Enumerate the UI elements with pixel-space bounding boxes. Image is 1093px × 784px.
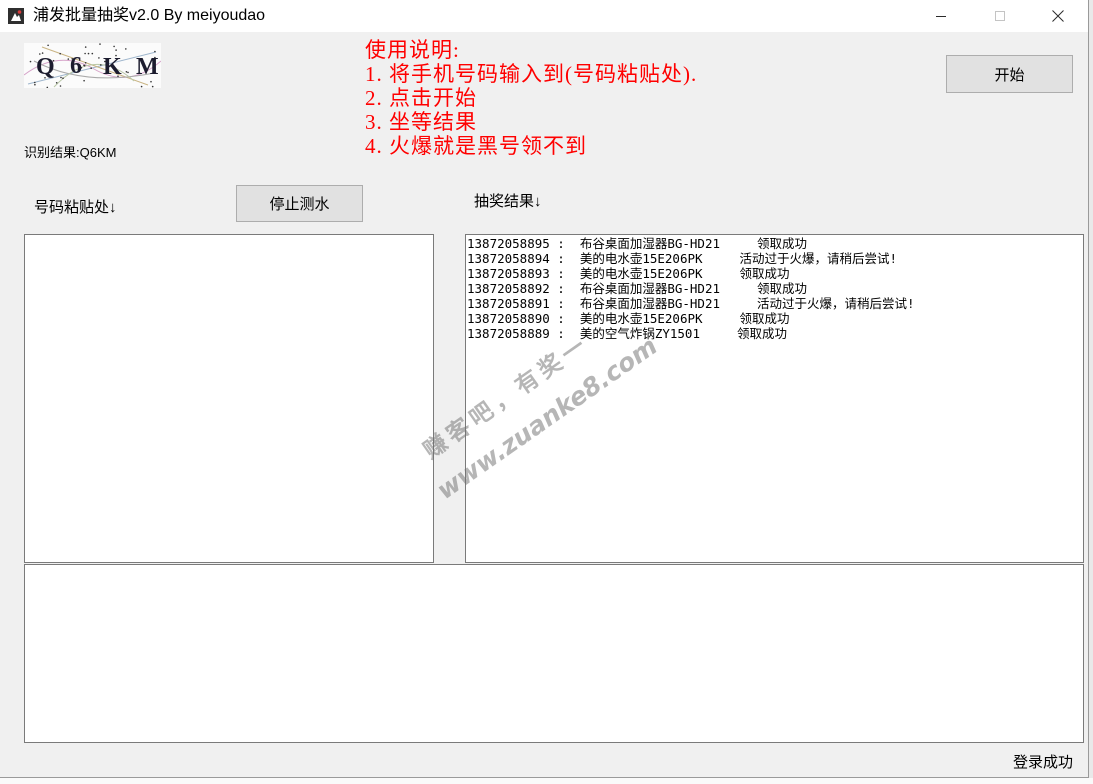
- instruction-step: 4. 火爆就是黑号领不到: [365, 134, 587, 158]
- result-row: 13872058889: 美的空气炸锅ZY1501 领取成功: [467, 326, 1082, 341]
- captcha-noise-dot: [83, 64, 85, 67]
- close-button[interactable]: [1035, 0, 1081, 32]
- instructions-heading: 使用说明:: [365, 38, 460, 62]
- result-status: 领取成功: [736, 326, 787, 341]
- result-product: 美的电水壶15E206PK: [579, 266, 703, 281]
- captcha-noise-dot: [67, 58, 70, 60]
- result-separator: :: [557, 281, 565, 296]
- recognition-label: 识别结果:: [24, 145, 80, 160]
- captcha-noise-dot: [59, 52, 61, 55]
- result-status: 活动过于火爆，请稍后尝试!: [757, 296, 915, 311]
- captcha-noise-dot: [125, 71, 128, 73]
- result-row: 13872058892: 布谷桌面加湿器BG-HD21 领取成功: [467, 281, 1082, 296]
- result-row: 13872058890: 美的电水壶15E206PK 领取成功: [467, 311, 1082, 326]
- result-row: 13872058895: 布谷桌面加湿器BG-HD21 领取成功: [467, 236, 1082, 251]
- result-status: 活动过于火爆，请稍后尝试!: [739, 251, 898, 266]
- start-button[interactable]: 开始: [946, 55, 1073, 93]
- captcha-char: M: [136, 54, 159, 80]
- captcha-noise-dot: [87, 52, 90, 55]
- captcha-noise-dot: [127, 71, 129, 74]
- result-phone: 13872058890: [467, 311, 550, 326]
- captcha-char: Q: [36, 54, 55, 80]
- captcha-noise-dot: [47, 44, 49, 47]
- result-status: 领取成功: [739, 266, 790, 281]
- close-icon: [1052, 10, 1064, 22]
- maximize-icon: [995, 11, 1005, 21]
- result-separator: :: [557, 326, 565, 341]
- window-title: 浦发批量抽奖v2.0 By meiyoudao: [33, 7, 266, 24]
- stop-test-button[interactable]: 停止测水: [236, 185, 363, 222]
- captcha-noise-dot: [34, 81, 36, 84]
- result-separator: :: [557, 251, 565, 266]
- result-product: 布谷桌面加湿器BG-HD21: [579, 281, 721, 296]
- captcha-noise-dot: [84, 46, 87, 48]
- result-separator: :: [557, 236, 565, 251]
- lottery-results-box[interactable]: 13872058895: 布谷桌面加湿器BG-HD21 领取成功 1387205889…: [465, 234, 1084, 563]
- instruction-step: 3. 坐等结果: [365, 110, 477, 134]
- result-phone: 13872058892: [467, 281, 550, 296]
- captcha-char: 6: [70, 53, 82, 79]
- captcha-noise-dot: [29, 60, 32, 63]
- captcha-noise-dot: [151, 85, 154, 88]
- results-label: 抽奖结果↓: [474, 193, 542, 210]
- result-separator: :: [557, 296, 565, 311]
- captcha-noise-dot: [154, 50, 156, 53]
- captcha-noise-dot: [84, 52, 86, 55]
- desktop-background: [1089, 0, 1093, 784]
- captcha-noise-dot: [99, 43, 101, 45]
- captcha-noise-dot: [90, 67, 92, 69]
- result-product: 美的电水壶15E206PK: [579, 251, 703, 266]
- captcha-noise-dot: [59, 85, 62, 87]
- captcha-noise-dot: [62, 77, 64, 79]
- captcha-noise-dot: [60, 76, 62, 79]
- captcha-noise-dot: [84, 62, 87, 64]
- result-status: 领取成功: [739, 311, 790, 326]
- app-icon[interactable]: [8, 8, 24, 24]
- result-product: 布谷桌面加湿器BG-HD21: [579, 296, 721, 311]
- minimize-button[interactable]: [918, 0, 964, 32]
- result-product: 美的空气炸锅ZY1501: [579, 326, 700, 341]
- usage-instructions: 使用说明: 1. 将手机号码输入到(号码粘贴处). 2. 点击开始 3. 坐等结…: [365, 38, 697, 158]
- phone-paste-textarea[interactable]: [24, 234, 434, 563]
- result-separator: :: [557, 266, 565, 281]
- result-status: 领取成功: [757, 281, 808, 296]
- result-separator: :: [557, 311, 565, 326]
- captcha-char: K: [103, 54, 122, 80]
- captcha-noise-dot: [125, 48, 127, 50]
- result-status: 领取成功: [757, 236, 808, 251]
- result-phone: 13872058891: [467, 296, 550, 311]
- captcha-noise-dot: [150, 80, 152, 83]
- result-row: 13872058894: 美的电水壶15E206PK 活动过于火爆，请稍后尝试!: [467, 251, 1082, 266]
- title-bar[interactable]: 浦发批量抽奖v2.0 By meiyoudao: [0, 0, 1088, 32]
- captcha-noise-dot: [140, 85, 143, 88]
- desktop-background-bottom: [0, 778, 1093, 784]
- instruction-step: 1. 将手机号码输入到(号码粘贴处).: [365, 62, 698, 86]
- result-phone: 13872058895: [467, 236, 550, 251]
- result-phone: 13872058894: [467, 251, 550, 266]
- result-phone: 13872058889: [467, 326, 550, 341]
- captcha-noise-dot: [98, 57, 100, 59]
- captcha-noise-dot: [34, 83, 36, 86]
- minimize-icon: [936, 16, 946, 17]
- captcha-noise-dot: [91, 52, 94, 55]
- captcha-noise-dot: [55, 82, 58, 84]
- captcha-noise-dot: [83, 79, 85, 82]
- status-text: 登录成功: [1013, 754, 1074, 771]
- result-phone: 13872058893: [467, 266, 550, 281]
- captcha-noise-dot: [100, 64, 102, 66]
- recognition-value: Q6KM: [79, 145, 117, 160]
- app-window: 浦发批量抽奖v2.0 By meiyoudao Q 6 K M 使用说明: 1.…: [0, 0, 1089, 778]
- log-textarea[interactable]: [24, 564, 1084, 743]
- result-product: 美的电水壶15E206PK: [579, 311, 703, 326]
- captcha-image[interactable]: Q 6 K M: [23, 43, 162, 89]
- captcha-recognition-result: 识别结果:Q6KM: [24, 145, 116, 161]
- result-product: 布谷桌面加湿器BG-HD21: [579, 236, 721, 251]
- instruction-step: 2. 点击开始: [365, 86, 477, 110]
- paste-area-label: 号码粘贴处↓: [34, 199, 117, 216]
- captcha-noise-dot: [115, 49, 117, 51]
- result-row: 13872058893: 美的电水壶15E206PK 领取成功: [467, 266, 1082, 281]
- captcha-noise-dot: [113, 45, 115, 48]
- maximize-button[interactable]: [977, 0, 1023, 32]
- result-row: 13872058891: 布谷桌面加湿器BG-HD21 活动过于火爆，请稍后尝试!: [467, 296, 1082, 311]
